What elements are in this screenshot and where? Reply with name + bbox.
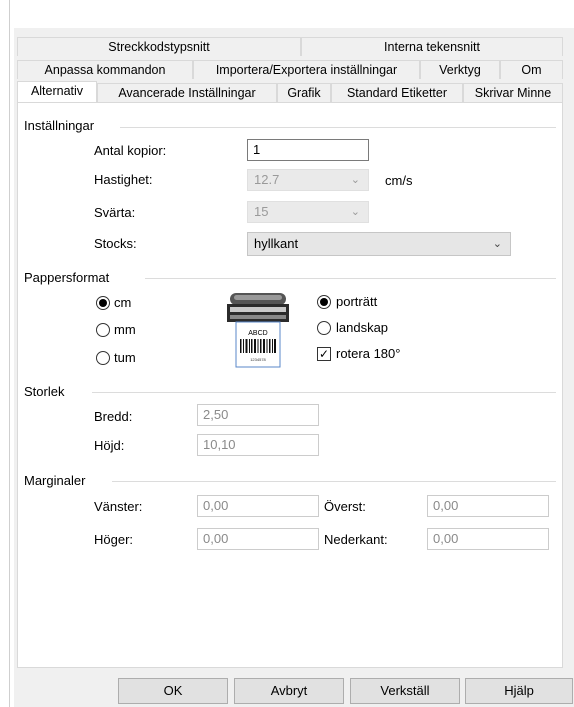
group-label-margins: Marginaler [24, 473, 92, 488]
apply-button[interactable]: Verkställ [350, 678, 460, 704]
group-divider [112, 481, 556, 482]
group-divider [120, 127, 556, 128]
group-divider [145, 278, 556, 279]
unit-cm-radio[interactable] [96, 296, 110, 310]
group-label-size: Storlek [24, 384, 71, 399]
margin-left-label: Vänster: [94, 499, 143, 514]
unit-cm-label: cm [114, 295, 132, 310]
tab-custom-commands[interactable]: Anpassa kommandon [17, 60, 193, 79]
tab-printer-memory[interactable]: Skrivar Minne [463, 83, 563, 102]
unit-tum-label: tum [114, 350, 136, 365]
darkness-value: 15 [254, 204, 269, 219]
speed-unit: cm/s [385, 173, 413, 188]
darkness-select[interactable]: 15 ⌄ [247, 201, 369, 223]
height-label: Höjd: [94, 438, 125, 453]
tab-tools[interactable]: Verktyg [420, 60, 500, 79]
tab-barcode-fonts[interactable]: Streckkodstypsnitt [17, 37, 301, 56]
copies-input[interactable]: 1 [247, 139, 369, 161]
orientation-landscape-radio[interactable] [317, 321, 331, 335]
tab-about[interactable]: Om [500, 60, 563, 79]
label-number: 1234578 [250, 357, 266, 362]
orientation-landscape-label: landskap [336, 320, 389, 335]
rotate-180-label: rotera 180° [336, 346, 401, 361]
orientation-portrait-label: porträtt [336, 294, 378, 309]
margin-bottom-label: Nederkant: [324, 532, 388, 547]
darkness-label: Svärta: [94, 205, 136, 220]
label-printer-icon: ABCD 1234578 [226, 291, 290, 371]
tab-internal-fonts[interactable]: Interna tekensnitt [301, 37, 563, 56]
rotate-180-checkbox[interactable]: ✓ [317, 347, 331, 361]
unit-mm-radio[interactable] [96, 323, 110, 337]
window-top-strip [0, 0, 574, 707]
cancel-button[interactable]: Avbryt [234, 678, 344, 704]
speed-value: 12.7 [254, 172, 280, 187]
margin-right-input[interactable]: 0,00 [197, 528, 319, 550]
label-text: ABCD [248, 330, 267, 337]
stock-value: hyllkant [254, 236, 299, 251]
chevron-down-icon: ⌄ [492, 238, 502, 250]
group-label-paper-format: Pappersformat [24, 270, 116, 285]
window-left-border [9, 0, 10, 707]
margin-top-label: Överst: [324, 499, 366, 514]
copies-label: Antal kopior: [94, 143, 167, 158]
unit-mm-label: mm [114, 322, 136, 337]
speed-select[interactable]: 12.7 ⌄ [247, 169, 369, 191]
height-input[interactable]: 10,10 [197, 434, 319, 456]
chevron-down-icon: ⌄ [350, 206, 360, 218]
group-divider [92, 392, 556, 393]
speed-label: Hastighet: [94, 172, 153, 187]
group-label-settings: Inställningar [24, 118, 101, 133]
stock-label: Stocks: [94, 236, 137, 251]
tab-import-export[interactable]: Importera/Exportera inställningar [193, 60, 420, 79]
orientation-portrait-radio[interactable] [317, 295, 331, 309]
ok-button[interactable]: OK [118, 678, 228, 704]
tab-standard-labels[interactable]: Standard Etiketter [331, 83, 463, 102]
margin-bottom-input[interactable]: 0,00 [427, 528, 549, 550]
margin-top-input[interactable]: 0,00 [427, 495, 549, 517]
width-label: Bredd: [94, 409, 133, 424]
margin-left-input[interactable]: 0,00 [197, 495, 319, 517]
tab-options[interactable]: Alternativ [17, 81, 97, 102]
chevron-down-icon: ⌄ [350, 174, 360, 186]
margin-right-label: Höger: [94, 532, 134, 547]
width-input[interactable]: 2,50 [197, 404, 319, 426]
unit-tum-radio[interactable] [96, 351, 110, 365]
stock-select[interactable]: hyllkant ⌄ [247, 232, 511, 256]
tab-advanced-settings[interactable]: Avancerade Inställningar [97, 83, 277, 102]
help-button[interactable]: Hjälp [465, 678, 573, 704]
tab-graphics[interactable]: Grafik [277, 83, 331, 102]
